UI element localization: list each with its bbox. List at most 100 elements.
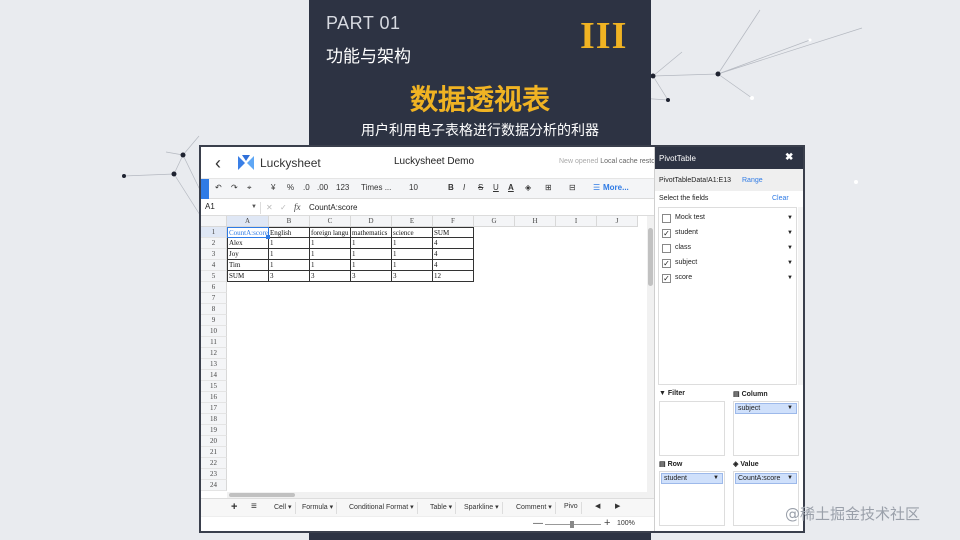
row-header[interactable]: 23 bbox=[201, 469, 227, 480]
table-cell[interactable]: 4 bbox=[433, 260, 474, 271]
row-header[interactable]: 17 bbox=[201, 403, 227, 414]
column-header[interactable]: B bbox=[269, 216, 310, 227]
column-header[interactable]: F bbox=[433, 216, 474, 227]
underline-button[interactable]: U bbox=[493, 183, 499, 192]
row-header[interactable]: 16 bbox=[201, 392, 227, 403]
table-cell[interactable]: 1 bbox=[269, 249, 310, 260]
chevron-down-icon[interactable]: ▼ bbox=[787, 474, 793, 483]
table-cell[interactable]: 1 bbox=[392, 238, 433, 249]
field-checkbox[interactable]: ✓ bbox=[662, 274, 671, 283]
row-header[interactable]: 2 bbox=[201, 238, 227, 249]
table-cell[interactable]: 12 bbox=[433, 271, 474, 282]
sheet-tab[interactable]: Comment ▾ bbox=[513, 502, 556, 514]
row-header[interactable]: 3 bbox=[201, 249, 227, 260]
pivot-field-item[interactable]: ✓ score ▼ bbox=[659, 272, 796, 286]
table-cell[interactable]: Alex bbox=[227, 238, 269, 249]
chevron-down-icon[interactable]: ▼ bbox=[787, 215, 793, 221]
number-format-dropdown[interactable]: 123 bbox=[336, 183, 349, 192]
table-cell[interactable]: 1 bbox=[310, 238, 351, 249]
row-header[interactable]: 11 bbox=[201, 337, 227, 348]
scroll-tabs-left-icon[interactable]: ◀ bbox=[595, 502, 600, 510]
table-cell[interactable]: foreign langu bbox=[310, 227, 351, 238]
sheet-tab[interactable]: Sparkline ▾ bbox=[461, 502, 503, 514]
sheet-list-icon[interactable]: ≡ bbox=[251, 501, 257, 512]
chevron-down-icon[interactable]: ▾ bbox=[546, 504, 552, 511]
more-button[interactable]: More... bbox=[603, 183, 629, 192]
row-drop-zone[interactable]: student ▼ bbox=[659, 471, 725, 526]
chevron-down-icon[interactable]: ▾ bbox=[493, 504, 499, 511]
table-cell[interactable]: 1 bbox=[351, 260, 392, 271]
table-cell[interactable]: Tim bbox=[227, 260, 269, 271]
select-all-corner[interactable] bbox=[201, 216, 227, 227]
table-cell[interactable]: SUM bbox=[227, 271, 269, 282]
format-painter-icon[interactable]: ⌖ bbox=[247, 183, 252, 193]
table-cell[interactable]: 4 bbox=[433, 249, 474, 260]
zoom-out-icon[interactable]: — bbox=[533, 518, 543, 529]
function-icon[interactable]: fx bbox=[294, 202, 301, 212]
more-tools-icon[interactable]: ☰ bbox=[593, 183, 600, 192]
chevron-down-icon[interactable]: ▼ bbox=[787, 404, 793, 413]
chevron-down-icon[interactable]: ▾ bbox=[408, 504, 414, 511]
table-cell[interactable]: 3 bbox=[269, 271, 310, 282]
chevron-down-icon[interactable]: ▼ bbox=[787, 230, 793, 236]
table-cell[interactable]: 1 bbox=[269, 238, 310, 249]
row-header[interactable]: 13 bbox=[201, 359, 227, 370]
column-field-chip[interactable]: subject ▼ bbox=[735, 403, 797, 414]
column-header[interactable]: H bbox=[515, 216, 556, 227]
chevron-down-icon[interactable]: ▾ bbox=[447, 504, 453, 511]
row-header[interactable]: 15 bbox=[201, 381, 227, 392]
vertical-scroll-thumb[interactable] bbox=[648, 228, 653, 286]
table-cell[interactable]: Joy bbox=[227, 249, 269, 260]
chevron-down-icon[interactable]: ▼ bbox=[713, 474, 719, 483]
row-header[interactable]: 20 bbox=[201, 436, 227, 447]
column-header[interactable]: G bbox=[474, 216, 515, 227]
chevron-down-icon[interactable]: ▾ bbox=[286, 504, 292, 511]
chevron-down-icon[interactable]: ▼ bbox=[787, 260, 793, 266]
value-field-chip[interactable]: CountA:score ▼ bbox=[735, 473, 797, 484]
row-header[interactable]: 4 bbox=[201, 260, 227, 271]
pivot-field-item[interactable]: ✓ student ▼ bbox=[659, 227, 796, 241]
sheet-tab[interactable]: Table ▾ bbox=[427, 502, 457, 514]
row-header[interactable]: 7 bbox=[201, 293, 227, 304]
sheet-tab[interactable]: Pivo bbox=[561, 502, 582, 514]
pivot-field-item[interactable]: Mock test ▼ bbox=[659, 212, 796, 226]
field-checkbox[interactable]: ✓ bbox=[662, 229, 671, 238]
column-header[interactable]: C bbox=[310, 216, 351, 227]
scroll-tabs-right-icon[interactable]: ▶ bbox=[615, 502, 620, 510]
row-header[interactable]: 10 bbox=[201, 326, 227, 337]
chevron-down-icon[interactable]: ▼ bbox=[251, 204, 257, 210]
fill-color-icon[interactable]: ◈ bbox=[525, 183, 531, 192]
redo-icon[interactable]: ↷ bbox=[231, 183, 238, 192]
sheet-tab[interactable]: Formula ▾ bbox=[299, 502, 338, 514]
table-cell[interactable]: CountA:score bbox=[227, 227, 269, 238]
column-header[interactable]: D bbox=[351, 216, 392, 227]
row-field-chip[interactable]: student ▼ bbox=[661, 473, 723, 484]
zoom-slider-handle[interactable] bbox=[570, 521, 574, 528]
merge-cells-icon[interactable]: ⊟ bbox=[569, 183, 576, 192]
row-header[interactable]: 21 bbox=[201, 447, 227, 458]
table-cell[interactable]: 1 bbox=[392, 249, 433, 260]
bold-button[interactable]: B bbox=[448, 183, 454, 192]
row-header[interactable]: 18 bbox=[201, 414, 227, 425]
pivot-field-item[interactable]: ✓ subject ▼ bbox=[659, 257, 796, 271]
zoom-in-icon[interactable]: + bbox=[604, 517, 610, 529]
table-cell[interactable]: science bbox=[392, 227, 433, 238]
field-checkbox[interactable] bbox=[662, 214, 671, 223]
table-cell[interactable]: SUM bbox=[433, 227, 474, 238]
text-color-button[interactable]: A bbox=[508, 183, 514, 192]
font-size-dropdown[interactable]: 10 bbox=[409, 183, 418, 192]
column-drop-zone[interactable]: subject ▼ bbox=[733, 401, 799, 456]
row-header[interactable]: 5 bbox=[201, 271, 227, 282]
document-title[interactable]: Luckysheet Demo bbox=[394, 156, 474, 167]
table-cell[interactable]: 4 bbox=[433, 238, 474, 249]
fill-handle[interactable] bbox=[266, 235, 270, 239]
field-checkbox[interactable]: ✓ bbox=[662, 259, 671, 268]
column-header[interactable]: I bbox=[556, 216, 597, 227]
chevron-down-icon[interactable]: ▾ bbox=[328, 504, 334, 511]
column-header[interactable]: A bbox=[227, 216, 269, 227]
table-cell[interactable]: 1 bbox=[351, 238, 392, 249]
table-cell[interactable]: 1 bbox=[269, 260, 310, 271]
range-link[interactable]: Range bbox=[742, 177, 763, 184]
column-header[interactable]: E bbox=[392, 216, 433, 227]
table-cell[interactable]: 1 bbox=[310, 249, 351, 260]
